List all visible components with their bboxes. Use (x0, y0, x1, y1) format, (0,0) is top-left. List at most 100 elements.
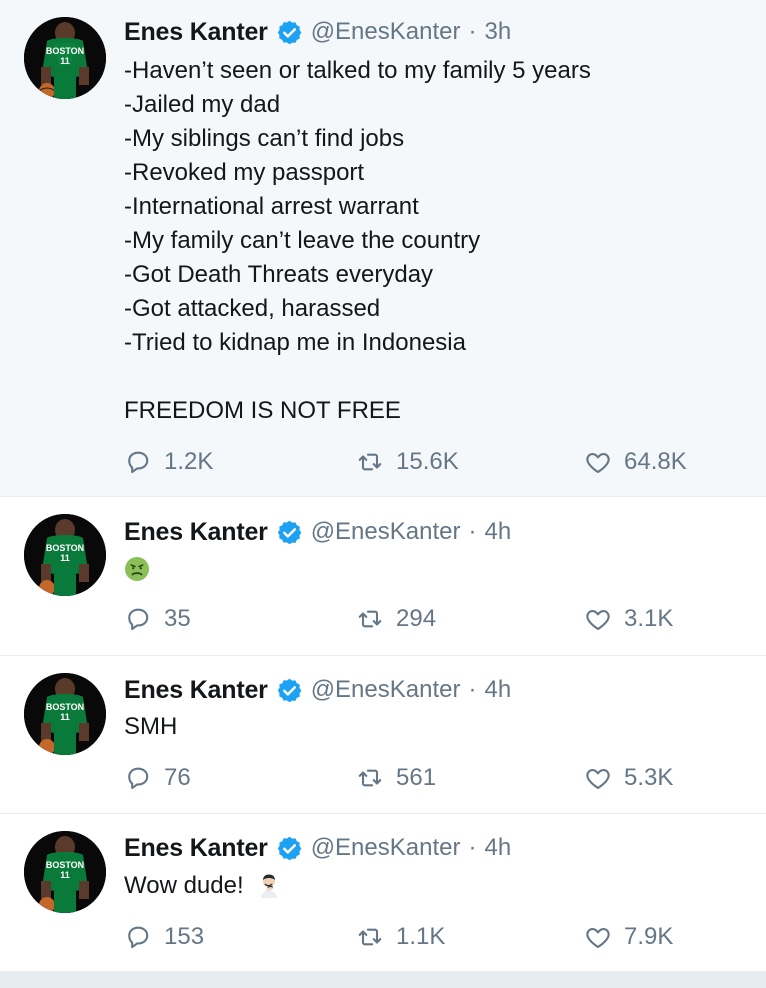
tweet-text-line: -International arrest warrant (124, 193, 419, 220)
verified-badge-icon (276, 519, 303, 546)
tweet-text-line: FREEDOM IS NOT FREE (124, 397, 401, 424)
tweet-card[interactable]: BOSTON 11 Enes Kanter @EnesKanter · 4h S… (0, 656, 766, 814)
avatar[interactable]: BOSTON 11 (24, 673, 106, 755)
svg-text:BOSTON: BOSTON (46, 702, 84, 712)
reply-button[interactable]: 153 (124, 920, 204, 954)
reply-button[interactable]: 76 (124, 761, 191, 795)
author-name[interactable]: Enes Kanter (124, 834, 268, 863)
reply-bubble-icon (124, 923, 152, 951)
like-button[interactable]: 64.8K (584, 445, 687, 479)
svg-text:BOSTON: BOSTON (46, 860, 84, 870)
reply-bubble-icon (124, 448, 152, 476)
tweet-actions: 1.2K 15.6K 64.8K (124, 445, 704, 479)
retweet-button[interactable]: 1.1K (356, 920, 445, 954)
retweet-count: 15.6K (396, 448, 459, 475)
timestamp[interactable]: 4h (484, 834, 511, 862)
tweet-actions: 76 561 5.3K (124, 761, 704, 795)
reply-count: 35 (164, 605, 191, 632)
author-handle[interactable]: @EnesKanter (311, 676, 461, 704)
heart-icon (584, 923, 612, 951)
tweet-card[interactable]: BOSTON 11 Enes Kanter @EnesKanter · 4h (0, 814, 766, 972)
tweet-text-line: -Haven’t seen or talked to my family 5 y… (124, 57, 591, 84)
retweet-button[interactable]: 294 (356, 602, 436, 636)
tweet-emoji-line (124, 552, 744, 586)
heart-icon (584, 448, 612, 476)
heart-icon (584, 764, 612, 792)
basketball-player-avatar-icon: BOSTON 11 (24, 514, 106, 596)
timestamp[interactable]: 4h (484, 676, 511, 704)
tweet-header: Enes Kanter @EnesKanter · 4h (124, 672, 511, 708)
author-handle[interactable]: @EnesKanter (311, 834, 461, 862)
avatar[interactable]: BOSTON 11 (24, 17, 106, 99)
tweet-text (124, 552, 744, 586)
tweet-card[interactable]: BOSTON 11 Enes Kanter @EnesKanter · 3h -… (0, 0, 766, 497)
reply-bubble-icon (124, 764, 152, 792)
reply-count: 153 (164, 923, 205, 950)
retweet-count: 294 (396, 605, 437, 632)
tweet-text-line: -Jailed my dad (124, 91, 281, 118)
author-name[interactable]: Enes Kanter (124, 18, 268, 47)
tweet-text-line: -Tried to kidnap me in Indonesia (124, 329, 466, 356)
retweet-count: 561 (396, 764, 437, 791)
like-button[interactable]: 3.1K (584, 602, 673, 636)
retweet-icon (356, 923, 384, 951)
retweet-icon (356, 605, 384, 633)
tweet-text-line: SMH (124, 713, 178, 740)
nauseated-face-icon (124, 556, 150, 582)
svg-text:BOSTON: BOSTON (46, 46, 84, 56)
svg-text:11: 11 (60, 553, 70, 563)
svg-text:11: 11 (60, 56, 70, 66)
like-count: 3.1K (624, 605, 674, 632)
tweet-actions: 35 294 3.1K (124, 602, 704, 636)
tweet-text-line: -Revoked my passport (124, 159, 365, 186)
timestamp[interactable]: 3h (484, 18, 511, 46)
retweet-icon (356, 764, 384, 792)
tweet-actions: 153 1.1K 7.9K (124, 920, 704, 954)
retweet-button[interactable]: 561 (356, 761, 436, 795)
verified-badge-icon (276, 677, 303, 704)
svg-text:11: 11 (60, 712, 70, 722)
man-facepalming-icon (256, 873, 282, 899)
tweet-header: Enes Kanter @EnesKanter · 3h (124, 14, 511, 50)
author-handle[interactable]: @EnesKanter (311, 18, 461, 46)
tweet-text-line: -My family can’t leave the country (124, 227, 481, 254)
tweet-text-line: -Got Death Threats everyday (124, 261, 434, 288)
verified-badge-icon (276, 835, 303, 862)
like-count: 5.3K (624, 764, 674, 791)
heart-icon (584, 605, 612, 633)
basketball-player-avatar-icon: BOSTON 11 (24, 831, 106, 913)
avatar[interactable]: BOSTON 11 (24, 514, 106, 596)
reply-button[interactable]: 1.2K (124, 445, 213, 479)
reply-count: 76 (164, 764, 191, 791)
author-name[interactable]: Enes Kanter (124, 518, 268, 547)
tweet-header: Enes Kanter @EnesKanter · 4h (124, 830, 511, 866)
tweet-text: SMH (124, 710, 744, 744)
author-name[interactable]: Enes Kanter (124, 676, 268, 705)
verified-badge-icon (276, 19, 303, 46)
tweet-timeline: BOSTON 11 Enes Kanter @EnesKanter · 3h -… (0, 0, 766, 988)
tweet-text: -Haven’t seen or talked to my family 5 y… (124, 54, 744, 428)
basketball-player-avatar-icon: BOSTON 11 (24, 673, 106, 755)
like-button[interactable]: 7.9K (584, 920, 673, 954)
reply-button[interactable]: 35 (124, 602, 191, 636)
tweet-card[interactable]: BOSTON 11 Enes Kanter @EnesKanter · 4h (0, 497, 766, 656)
tweet-text-line: -My siblings can’t find jobs (124, 125, 405, 152)
retweet-button[interactable]: 15.6K (356, 445, 459, 479)
like-button[interactable]: 5.3K (584, 761, 673, 795)
retweet-icon (356, 448, 384, 476)
timestamp[interactable]: 4h (484, 518, 511, 546)
separator-dot: · (468, 18, 477, 45)
separator-dot: · (468, 834, 477, 861)
avatar[interactable]: BOSTON 11 (24, 831, 106, 913)
like-count: 7.9K (624, 923, 674, 950)
timeline-bottom-divider (0, 972, 766, 988)
author-handle[interactable]: @EnesKanter (311, 518, 461, 546)
svg-text:11: 11 (60, 870, 70, 880)
tweet-text-content: Wow dude! (124, 872, 244, 899)
like-count: 64.8K (624, 448, 687, 475)
retweet-count: 1.1K (396, 923, 446, 950)
reply-count: 1.2K (164, 448, 214, 475)
tweet-text-line: -Got attacked, harassed (124, 295, 381, 322)
reply-bubble-icon (124, 605, 152, 633)
tweet-text-line: Wow dude! (124, 869, 744, 903)
